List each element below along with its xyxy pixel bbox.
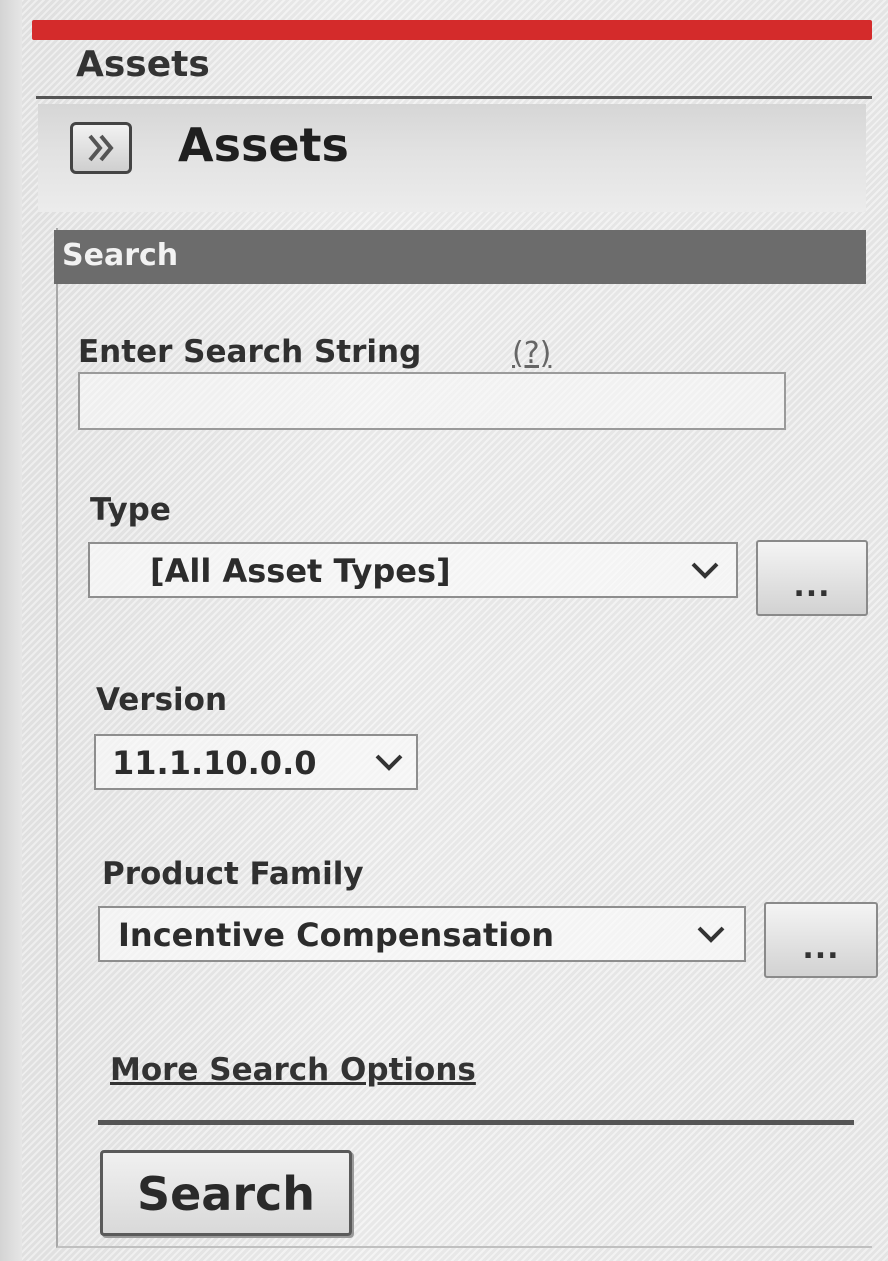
- search-panel-title: Search: [62, 238, 179, 273]
- panel-header: [38, 104, 866, 212]
- more-search-options-link[interactable]: More Search Options: [110, 1052, 476, 1088]
- panel-title: Assets: [178, 118, 349, 172]
- type-label: Type: [90, 492, 171, 528]
- type-lookup-label: ...: [793, 569, 831, 604]
- product-family-select-value: Incentive Compensation: [118, 916, 554, 954]
- type-lookup-button[interactable]: ...: [756, 540, 868, 616]
- product-family-label: Product Family: [102, 856, 364, 892]
- product-family-select[interactable]: Incentive Compensation: [98, 906, 746, 962]
- product-family-lookup-button[interactable]: ...: [764, 902, 878, 978]
- chevron-down-icon: [697, 926, 725, 943]
- help-link[interactable]: (?): [512, 336, 551, 371]
- section-divider: [36, 96, 872, 99]
- search-divider: [98, 1120, 854, 1125]
- accent-bar: [32, 20, 872, 40]
- search-string-label: Enter Search String: [78, 334, 422, 370]
- product-family-lookup-label: ...: [802, 931, 840, 966]
- chevron-down-icon: [691, 562, 719, 579]
- type-select-value: [All Asset Types]: [150, 552, 451, 590]
- section-title: Assets: [76, 44, 210, 85]
- chevron-down-icon: [375, 754, 403, 771]
- window-edge: [0, 0, 22, 1261]
- version-label: Version: [96, 682, 228, 718]
- search-panel-header: Search: [54, 230, 866, 284]
- version-select-value: 11.1.10.0.0: [112, 744, 317, 782]
- double-chevron-right-icon: [88, 134, 114, 162]
- search-button[interactable]: Search: [100, 1150, 352, 1236]
- assets-page: Assets Assets Search Enter Search String…: [0, 0, 888, 1261]
- search-button-label: Search: [136, 1167, 316, 1221]
- version-select[interactable]: 11.1.10.0.0: [94, 734, 418, 790]
- type-select[interactable]: [All Asset Types]: [88, 542, 738, 598]
- search-string-input[interactable]: [78, 372, 786, 430]
- expand-panel-button[interactable]: [70, 122, 132, 174]
